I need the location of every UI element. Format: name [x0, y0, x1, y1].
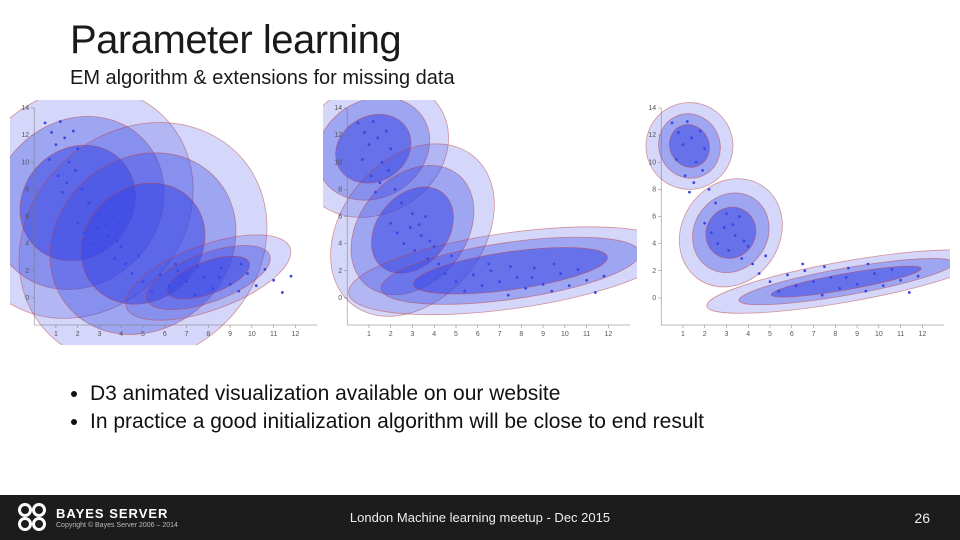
svg-text:9: 9 — [228, 331, 232, 338]
svg-text:6: 6 — [652, 214, 656, 221]
svg-text:7: 7 — [811, 331, 815, 338]
svg-text:2: 2 — [25, 268, 29, 275]
svg-text:1: 1 — [367, 331, 371, 338]
svg-text:10: 10 — [648, 159, 656, 166]
svg-text:12: 12 — [918, 331, 926, 338]
svg-text:8: 8 — [25, 186, 29, 193]
svg-text:4: 4 — [746, 331, 750, 338]
em-chart-0: 12345678910111202468101214 — [10, 100, 323, 345]
page-number: 26 — [914, 510, 930, 526]
svg-text:5: 5 — [454, 331, 458, 338]
svg-text:2: 2 — [702, 331, 706, 338]
svg-text:6: 6 — [25, 214, 29, 221]
svg-text:8: 8 — [206, 331, 210, 338]
svg-text:8: 8 — [339, 186, 343, 193]
svg-text:7: 7 — [185, 331, 189, 338]
svg-text:6: 6 — [163, 331, 167, 338]
charts-row: 12345678910111202468101214 1234567891011… — [10, 100, 950, 345]
svg-text:0: 0 — [25, 295, 29, 302]
svg-text:4: 4 — [119, 331, 123, 338]
svg-text:0: 0 — [652, 295, 656, 302]
svg-text:3: 3 — [98, 331, 102, 338]
svg-text:14: 14 — [21, 105, 29, 112]
svg-text:1: 1 — [54, 331, 58, 338]
svg-text:10: 10 — [875, 331, 883, 338]
svg-text:10: 10 — [561, 331, 569, 338]
svg-text:14: 14 — [335, 105, 343, 112]
svg-text:7: 7 — [498, 331, 502, 338]
svg-text:12: 12 — [605, 331, 613, 338]
svg-text:9: 9 — [855, 331, 859, 338]
svg-text:2: 2 — [652, 268, 656, 275]
svg-text:12: 12 — [291, 331, 299, 338]
svg-text:3: 3 — [724, 331, 728, 338]
svg-text:8: 8 — [833, 331, 837, 338]
slide-subtitle: EM algorithm & extensions for missing da… — [70, 67, 455, 90]
em-chart-1: 12345678910111202468101214 — [323, 100, 636, 345]
svg-text:6: 6 — [476, 331, 480, 338]
svg-text:4: 4 — [652, 241, 656, 248]
svg-text:3: 3 — [411, 331, 415, 338]
svg-text:1: 1 — [681, 331, 685, 338]
slide: Parameter learning EM algorithm & extens… — [0, 0, 960, 540]
svg-text:11: 11 — [897, 331, 904, 338]
svg-text:8: 8 — [652, 186, 656, 193]
svg-text:12: 12 — [335, 132, 343, 139]
svg-text:2: 2 — [76, 331, 80, 338]
slide-title: Parameter learning — [70, 18, 401, 63]
svg-text:5: 5 — [141, 331, 145, 338]
svg-text:11: 11 — [270, 331, 277, 338]
bullet-list: D3 animated visualization available on o… — [70, 380, 704, 437]
em-chart-2: 12345678910111202468101214 — [637, 100, 950, 345]
svg-text:12: 12 — [648, 132, 656, 139]
bullet-item: D3 animated visualization available on o… — [90, 380, 704, 408]
svg-text:6: 6 — [789, 331, 793, 338]
svg-text:2: 2 — [389, 331, 393, 338]
footer-bar: BAYES SERVER Copyright © Bayes Server 20… — [0, 495, 960, 540]
svg-text:14: 14 — [648, 105, 656, 112]
svg-text:8: 8 — [520, 331, 524, 338]
svg-text:4: 4 — [433, 331, 437, 338]
svg-text:5: 5 — [768, 331, 772, 338]
footer-caption: London Machine learning meetup - Dec 201… — [0, 510, 960, 525]
svg-text:2: 2 — [339, 268, 343, 275]
svg-text:4: 4 — [339, 241, 343, 248]
svg-text:11: 11 — [583, 331, 590, 338]
bullet-item: In practice a good initialization algori… — [90, 408, 704, 436]
svg-text:6: 6 — [339, 214, 343, 221]
svg-text:10: 10 — [21, 159, 29, 166]
svg-text:10: 10 — [335, 159, 343, 166]
svg-text:4: 4 — [25, 241, 29, 248]
svg-text:0: 0 — [339, 295, 343, 302]
svg-text:9: 9 — [541, 331, 545, 338]
svg-text:12: 12 — [21, 132, 29, 139]
svg-text:10: 10 — [248, 331, 256, 338]
